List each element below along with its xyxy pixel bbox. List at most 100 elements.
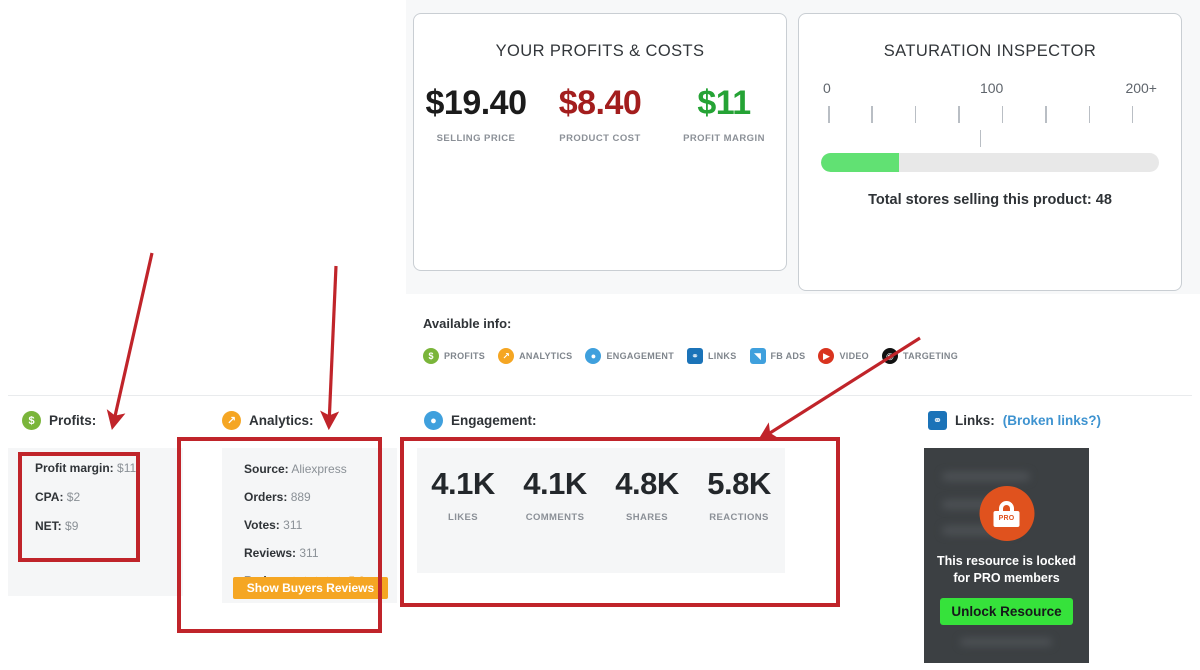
metric-reactions: 5.8K REACTIONS xyxy=(693,468,785,523)
bar-chart-icon: ◥ xyxy=(750,348,766,364)
available-info-block: Available info: $ PROFITS ↗ANALYTICS ●ENGAG… xyxy=(423,316,958,364)
comments-label: COMMENTS xyxy=(509,512,601,523)
link-icon: ⚭ xyxy=(687,348,703,364)
pro-lock-icon: PRO xyxy=(979,486,1034,541)
scale-label-min: 0 xyxy=(823,80,831,96)
metric-comments: 4.1K COMMENTS xyxy=(509,468,601,523)
profit-margin-value: $11 xyxy=(662,86,786,120)
likes-value: 4.1K xyxy=(417,468,509,499)
scale-label-mid: 100 xyxy=(980,80,1003,96)
profits-value-margin: $11 xyxy=(117,461,136,475)
tick-mark xyxy=(915,106,917,123)
available-info-item[interactable]: $ PROFITS xyxy=(423,348,485,364)
saturation-progress-fill xyxy=(821,153,899,172)
available-info-item[interactable]: ●ENGAGEMENT xyxy=(585,348,674,364)
likes-label: LIKES xyxy=(417,512,509,523)
metric-profit-margin: $11 PROFIT MARGIN xyxy=(662,86,786,144)
blurred-placeholder-line xyxy=(960,638,1052,646)
locked-message: This resource is locked for PRO members xyxy=(924,553,1089,587)
blurred-placeholder-line xyxy=(942,472,1030,481)
available-info-item[interactable]: ◥ FB ADS xyxy=(750,348,806,364)
tick-mark xyxy=(1089,106,1091,123)
metric-shares: 4.8K SHARES xyxy=(601,468,693,523)
saturation-scale-labels: 0 100 200+ xyxy=(823,80,1157,102)
pro-badge-label: PRO xyxy=(994,511,1020,527)
engagement-metrics: 4.1K LIKES 4.1K COMMENTS 4.8K SHARES 5.8… xyxy=(417,468,785,523)
unlock-resource-button[interactable]: Unlock Resource xyxy=(940,598,1073,625)
profits-value-cpa: $2 xyxy=(67,490,80,504)
profits-costs-title: YOUR PROFITS & COSTS xyxy=(414,42,786,61)
available-info-label: PROFITS xyxy=(444,351,485,361)
person-icon: ● xyxy=(585,348,601,364)
show-buyers-reviews-button[interactable]: Show Buyers Reviews xyxy=(233,577,388,599)
tick-mark-current xyxy=(980,130,982,147)
scale-label-max: 200+ xyxy=(1125,80,1157,96)
person-icon: ● xyxy=(424,411,443,430)
analytics-value-source: Aliexpress xyxy=(291,462,346,476)
shares-label: SHARES xyxy=(601,512,693,523)
available-info-label: TARGETING xyxy=(903,351,958,361)
reactions-label: REACTIONS xyxy=(693,512,785,523)
available-info-item[interactable]: ↗ANALYTICS xyxy=(498,348,572,364)
analytics-row-votes: Votes: 311 xyxy=(244,518,365,532)
arrow-to-analytics xyxy=(329,266,336,425)
available-info-title: Available info: xyxy=(423,316,958,331)
available-info-list: $ PROFITS ↗ANALYTICS ●ENGAGEMENT ⚭ LINKS ◥ FB A… xyxy=(423,348,958,364)
analytics-panel: Source: Aliexpress Orders: 889 Votes: 31… xyxy=(222,448,397,603)
profits-value-net: $9 xyxy=(65,519,78,533)
profits-label-margin: Profit margin: xyxy=(35,461,114,475)
profits-list: Profit margin: $11 CPA: $2 NET: $9 xyxy=(35,461,136,548)
analytics-row-reviews: Reviews: 311 xyxy=(244,546,365,560)
analytics-label-reviews: Reviews: xyxy=(244,546,296,560)
section-header-links: ⚭ Links: (Broken links?) xyxy=(928,411,1101,430)
profits-panel: Profit margin: $11 CPA: $2 NET: $9 xyxy=(8,448,183,596)
available-info-label: FB ADS xyxy=(771,351,806,361)
play-icon: ▶ xyxy=(818,348,834,364)
locked-resource-panel: PRO This resource is locked for PRO memb… xyxy=(924,448,1089,663)
engagement-panel: 4.1K LIKES 4.1K COMMENTS 4.8K SHARES 5.8… xyxy=(417,448,785,573)
broken-links-link[interactable]: (Broken links?) xyxy=(1003,413,1101,428)
saturation-total-text: Total stores selling this product: 48 xyxy=(799,192,1181,208)
metric-likes: 4.1K LIKES xyxy=(417,468,509,523)
section-title-links: Links: xyxy=(955,413,995,428)
tick-mark xyxy=(1045,106,1047,123)
profits-row-cpa: CPA: $2 xyxy=(35,490,136,504)
chart-icon: ↗ xyxy=(498,348,514,364)
available-info-label: LINKS xyxy=(708,351,737,361)
available-info-item[interactable]: ◉ TARGETING xyxy=(882,348,958,364)
shares-value: 4.8K xyxy=(601,468,693,499)
tick-mark xyxy=(871,106,873,123)
saturation-progress-track xyxy=(821,153,1159,172)
selling-price-value: $19.40 xyxy=(414,86,538,120)
tick-mark xyxy=(1132,106,1134,123)
analytics-value-reviews: 311 xyxy=(299,546,318,560)
section-title-engagement: Engagement: xyxy=(451,413,537,428)
product-cost-value: $8.40 xyxy=(538,86,662,120)
dollar-icon: $ xyxy=(423,348,439,364)
available-info-item[interactable]: ⚭ LINKS xyxy=(687,348,737,364)
analytics-row-orders: Orders: 889 xyxy=(244,490,365,504)
section-divider xyxy=(8,395,1192,396)
analytics-label-votes: Votes: xyxy=(244,518,280,532)
available-info-label: VIDEO xyxy=(839,351,869,361)
saturation-inspector-card: SATURATION INSPECTOR 0 100 200+ Total st… xyxy=(798,13,1182,291)
tick-mark xyxy=(958,106,960,123)
section-header-engagement: ● Engagement: xyxy=(424,411,537,430)
app-root: YOUR PROFITS & COSTS $19.40 SELLING PRIC… xyxy=(0,0,1200,670)
locked-message-line2: for PRO members xyxy=(924,570,1089,587)
arrow-to-profits xyxy=(113,253,152,425)
section-title-analytics: Analytics: xyxy=(249,413,314,428)
reactions-value: 5.8K xyxy=(693,468,785,499)
section-title-profits: Profits: xyxy=(49,413,96,428)
link-icon: ⚭ xyxy=(928,411,947,430)
product-cost-label: PRODUCT COST xyxy=(538,133,662,144)
available-info-item[interactable]: ▶ VIDEO xyxy=(818,348,869,364)
target-icon: ◉ xyxy=(882,348,898,364)
profit-margin-label: PROFIT MARGIN xyxy=(662,133,786,144)
locked-message-line1: This resource is locked xyxy=(924,553,1089,570)
profits-row-margin: Profit margin: $11 xyxy=(35,461,136,475)
selling-price-label: SELLING PRICE xyxy=(414,133,538,144)
comments-value: 4.1K xyxy=(509,468,601,499)
saturation-inspector-title: SATURATION INSPECTOR xyxy=(799,42,1181,61)
profits-costs-card: YOUR PROFITS & COSTS $19.40 SELLING PRIC… xyxy=(413,13,787,271)
